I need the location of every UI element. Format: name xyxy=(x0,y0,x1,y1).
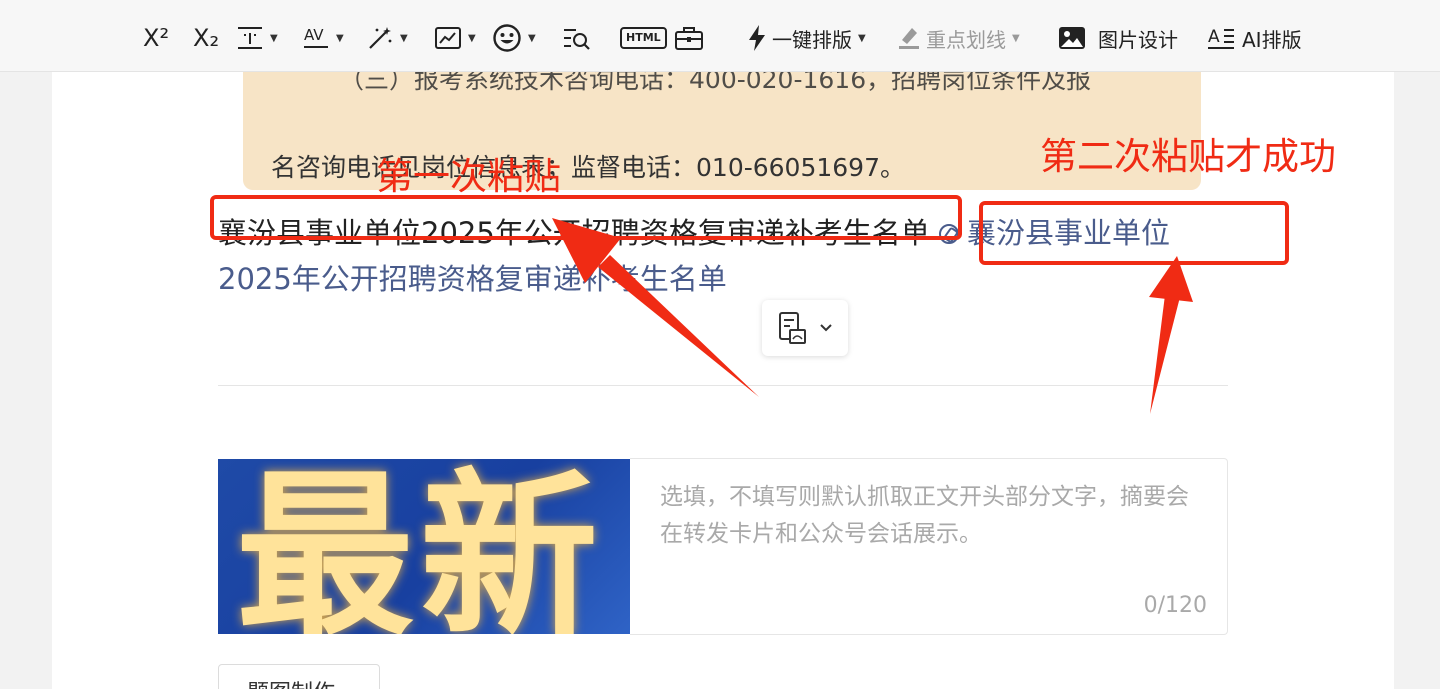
subscript-button[interactable]: X₂ xyxy=(193,20,219,56)
line-spacing-button[interactable]: ▼ xyxy=(236,20,278,56)
subscript-icon: X₂ xyxy=(193,24,220,52)
summary-counter: 0/120 xyxy=(1143,593,1207,618)
first-paste-highlight-box xyxy=(210,195,962,240)
cover-image-text: 最新 xyxy=(236,459,604,634)
summary-placeholder: 选填，不填写则默认抓取正文开头部分文字，摘要会在转发卡片和公众号会话展示。 xyxy=(660,484,1189,547)
magic-wand-icon xyxy=(369,27,392,49)
find-replace-icon xyxy=(564,29,590,50)
summary-field[interactable]: 选填，不填写则默认抓取正文开头部分文字，摘要会在转发卡片和公众号会话展示。 0/… xyxy=(630,458,1228,635)
picture-icon xyxy=(1059,27,1085,49)
chevron-down-icon: ▼ xyxy=(400,32,408,44)
chevron-down-icon: ▼ xyxy=(468,32,476,44)
find-replace-button[interactable] xyxy=(562,20,592,56)
template-button[interactable] xyxy=(674,20,704,56)
html-button[interactable]: HTML xyxy=(620,20,667,56)
highlighter-icon xyxy=(899,28,919,49)
section-divider xyxy=(218,385,1228,386)
letter-spacing-icon: AV xyxy=(304,26,328,48)
quote-line-2: 名咨询电话见岗位信息表；监督电话：010-66051697。 xyxy=(271,153,905,182)
chevron-down-icon: ▼ xyxy=(1012,32,1020,44)
image-icon xyxy=(435,27,461,49)
superscript-button[interactable]: X² xyxy=(143,20,169,56)
emoji-button[interactable]: ▼ xyxy=(492,20,536,56)
ai-layout-icon: A xyxy=(1208,27,1234,49)
ai-layout-label: AI排版 xyxy=(1242,27,1302,52)
chevron-down-icon: ▼ xyxy=(858,32,866,44)
chart-insert-button[interactable]: ▼ xyxy=(434,20,476,56)
emoji-icon xyxy=(493,24,521,52)
paste-options-icon xyxy=(779,312,806,344)
chevron-down-icon: ▼ xyxy=(270,32,278,44)
one-click-layout-label: 一键排版 xyxy=(772,27,852,52)
image-design-button[interactable]: 图片设计 xyxy=(1058,20,1178,56)
second-paste-highlight-box xyxy=(979,201,1289,265)
highlight-line-button[interactable]: 重点划线 ▼ xyxy=(898,20,1020,56)
line-spacing-icon xyxy=(238,27,262,49)
highlight-line-label: 重点划线 xyxy=(926,27,1006,52)
chevron-down-icon: ▼ xyxy=(528,32,536,44)
editor-toolbar: X² X₂ ▼ AV ▼ ▼ ▼ ▼ HTML 一键排版 ▼ 重点划线 ▼ 图片… xyxy=(0,0,1440,72)
letter-spacing-button[interactable]: AV ▼ xyxy=(302,20,344,56)
cover-image[interactable]: 最新 xyxy=(218,459,630,634)
format-brush-button[interactable]: ▼ xyxy=(366,20,408,56)
superscript-icon: X² xyxy=(143,24,170,52)
chevron-down-icon: ▼ xyxy=(336,32,344,44)
svg-text:A: A xyxy=(1208,27,1220,47)
briefcase-icon xyxy=(675,27,703,50)
ai-layout-button[interactable]: A AI排版 xyxy=(1208,20,1302,56)
chevron-down-icon xyxy=(820,324,832,332)
image-design-label: 图片设计 xyxy=(1098,27,1178,52)
link-title-part2: 2025年公开招聘资格复审递补考生名单 xyxy=(218,262,727,296)
first-paste-annotation: 第一次粘贴 xyxy=(376,155,561,198)
cover-design-button[interactable]: 题图制作 ▶ xyxy=(218,664,380,689)
second-paste-annotation: 第二次粘贴才成功 xyxy=(1040,135,1336,178)
cover-design-label: 题图制作 xyxy=(247,681,335,689)
svg-text:AV: AV xyxy=(304,26,324,44)
html-icon: HTML xyxy=(620,27,667,49)
one-click-layout-button[interactable]: 一键排版 ▼ xyxy=(746,20,866,56)
paste-options-button[interactable] xyxy=(762,300,848,356)
lightning-icon xyxy=(749,25,765,51)
